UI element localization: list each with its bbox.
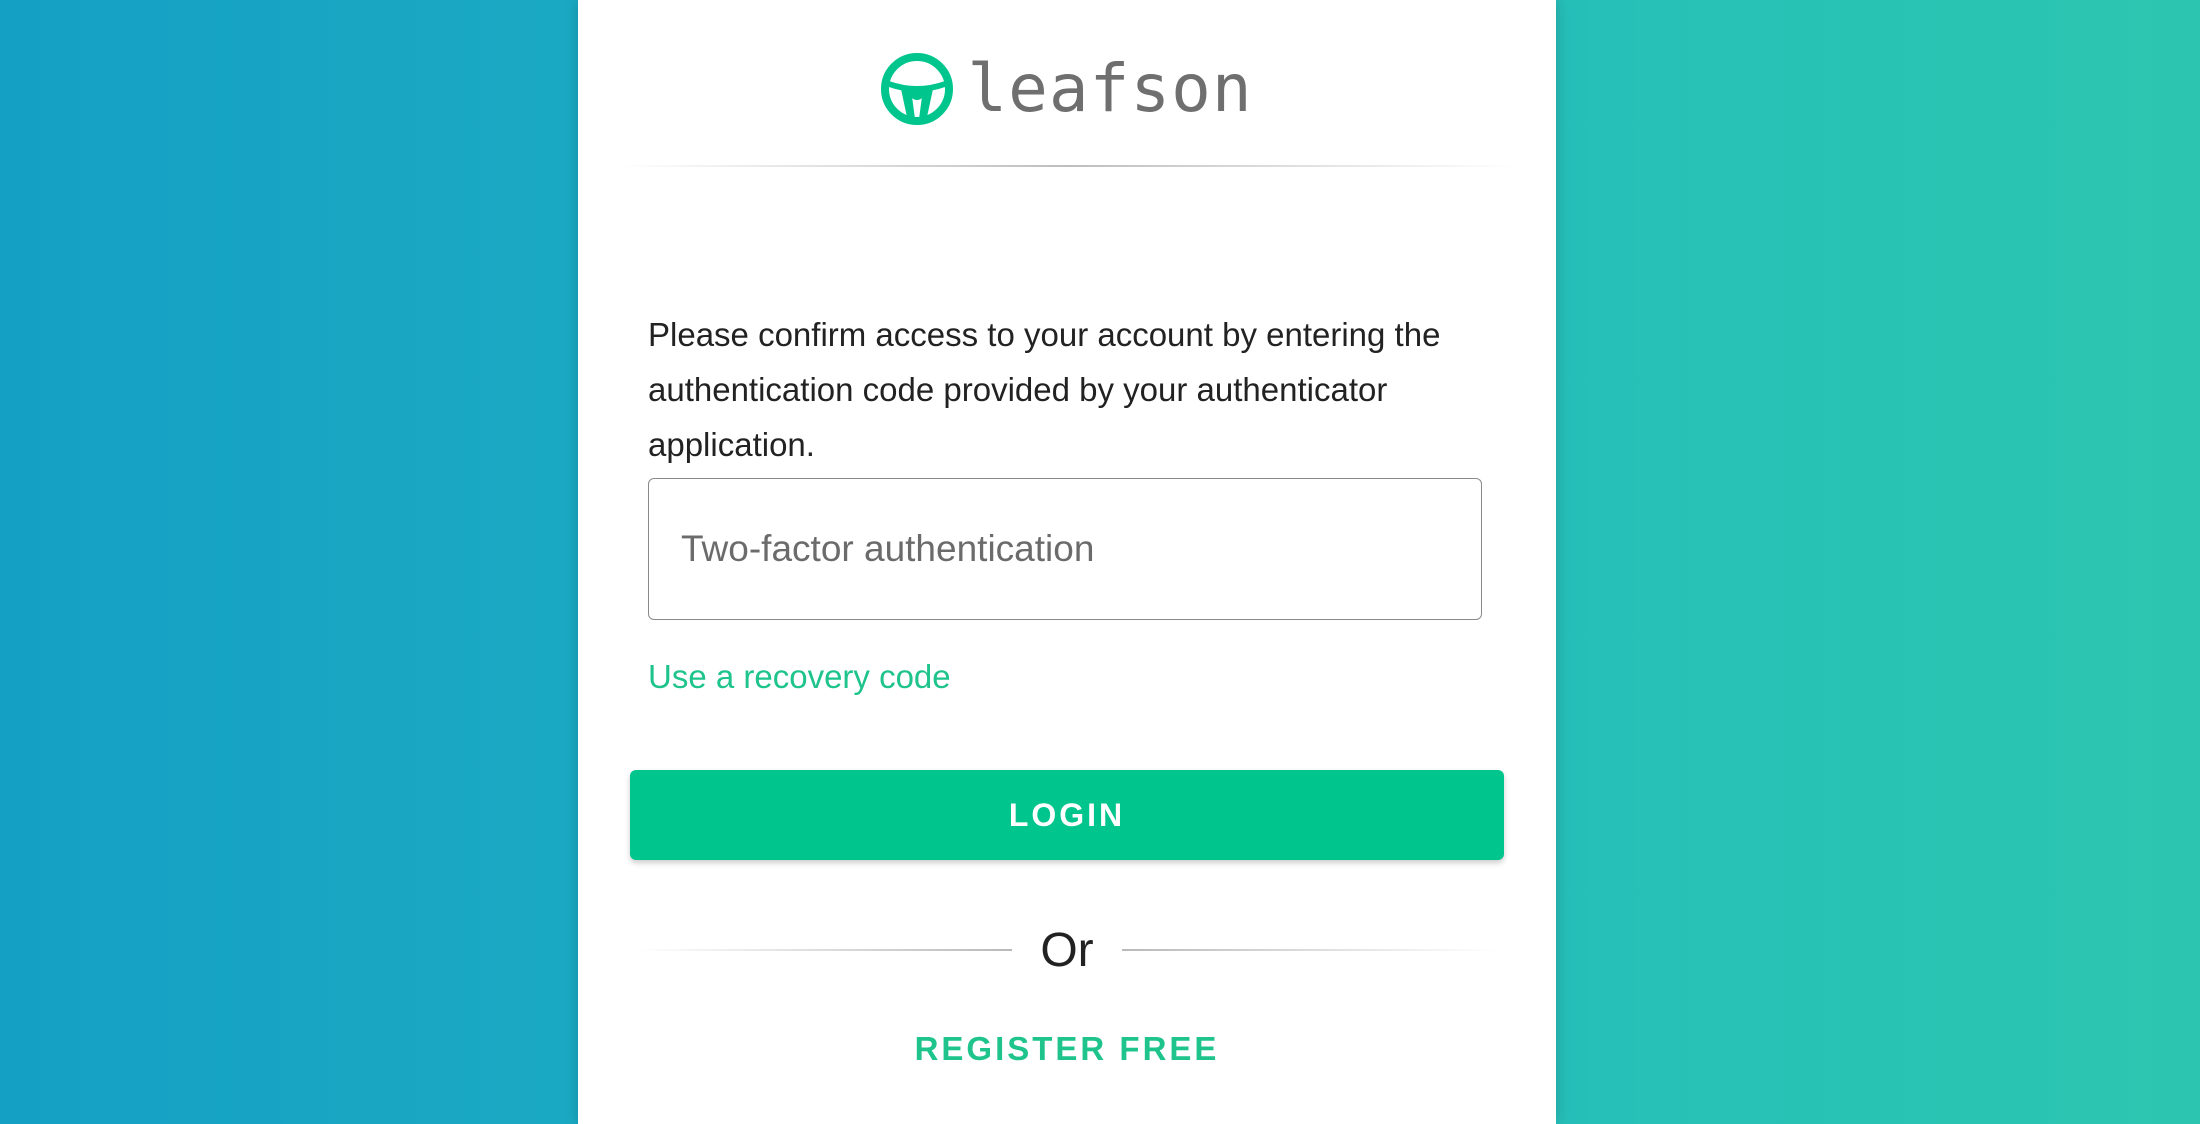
or-divider-label: Or <box>1040 923 1094 977</box>
brand-header: leafson <box>578 53 1556 125</box>
header-divider <box>618 165 1516 167</box>
two-factor-code-input[interactable] <box>679 527 1481 571</box>
steering-wheel-logo-icon <box>881 53 954 125</box>
login-button[interactable]: LOGIN <box>630 770 1504 860</box>
two-factor-code-field[interactable] <box>648 478 1482 620</box>
or-divider: Or <box>636 918 1499 982</box>
or-divider-line-right <box>1121 949 1499 951</box>
use-recovery-code-link[interactable]: Use a recovery code <box>648 658 951 696</box>
brand-name: leafson <box>967 50 1253 127</box>
two-factor-message: Please confirm access to your account by… <box>648 316 1441 463</box>
login-card: leafson Please confirm access to your ac… <box>578 0 1556 1124</box>
or-divider-line-left <box>636 949 1013 951</box>
register-free-link[interactable]: REGISTER FREE <box>578 1030 1556 1068</box>
